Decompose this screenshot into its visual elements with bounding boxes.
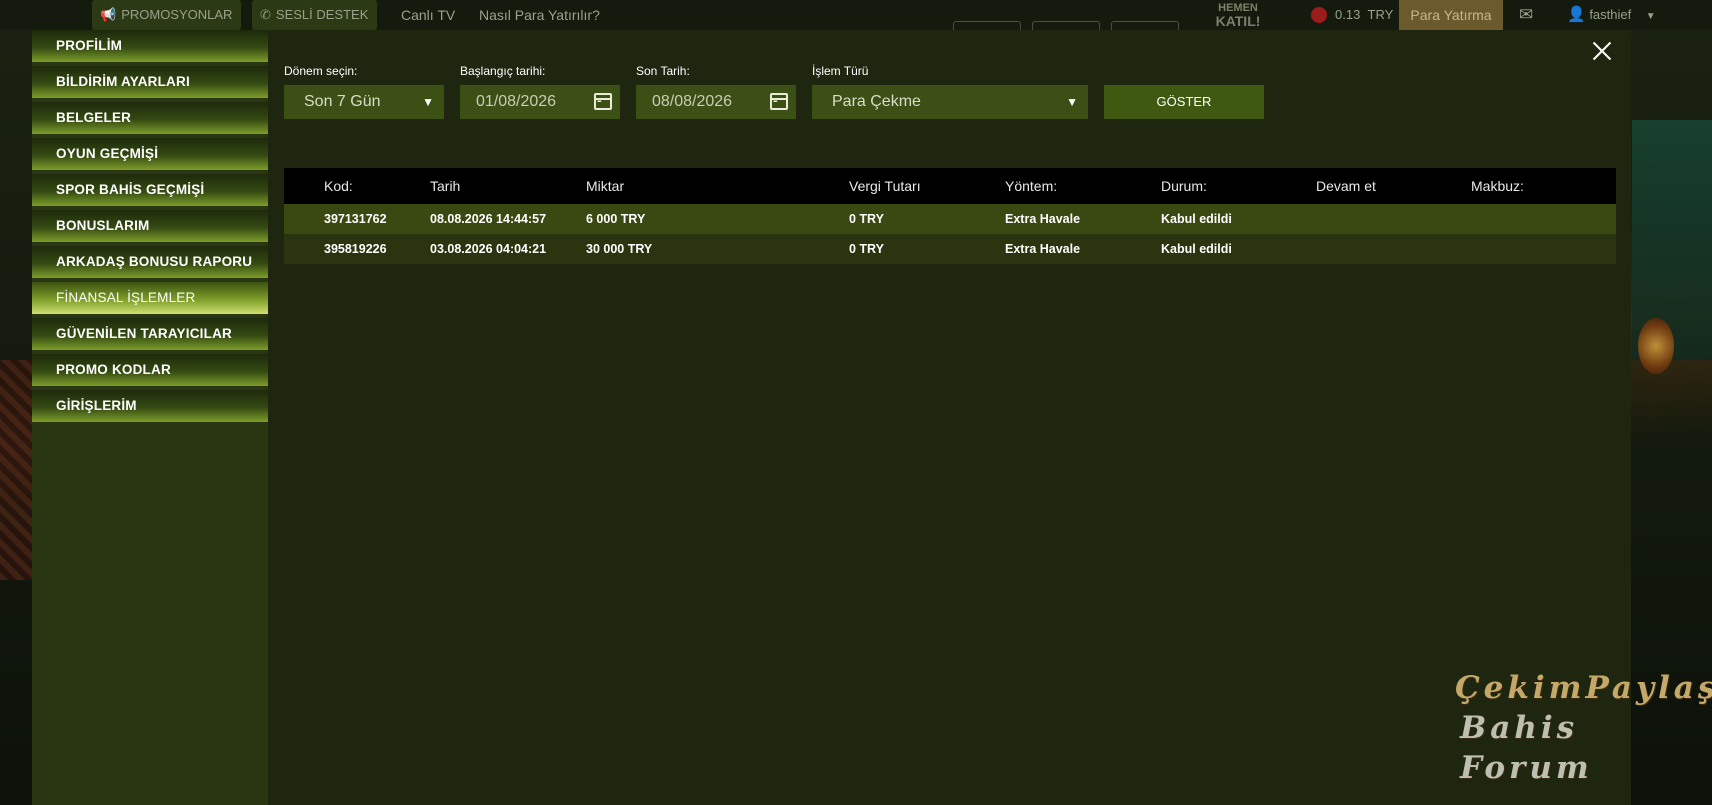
sidebar-item-promo-codes[interactable]: PROMO KODLAR xyxy=(32,354,268,386)
cell-status: Kabul edildi xyxy=(1161,242,1232,256)
account-modal: PROFİLİM BİLDİRİM AYARLARI BELGELER OYUN… xyxy=(32,30,1631,805)
header-method: Yöntem: xyxy=(1005,178,1058,194)
header-continue: Devam et xyxy=(1316,178,1376,194)
balance-display[interactable]: 0.13 TRY xyxy=(1311,0,1393,30)
end-date-label: Son Tarih: xyxy=(636,64,690,78)
header-code: Kod: xyxy=(324,178,353,194)
header-amount: Miktar xyxy=(586,178,625,194)
cell-tax: 0 TRY xyxy=(849,212,884,226)
start-date-value: 01/08/2026 xyxy=(476,93,557,110)
period-label: Dönem seçin: xyxy=(284,64,358,78)
background-ornament xyxy=(1638,318,1674,374)
start-date-label: Başlangıç tarihi: xyxy=(460,64,546,78)
cell-status: Kabul edildi xyxy=(1161,212,1232,226)
sidebar-item-profile[interactable]: PROFİLİM xyxy=(32,30,268,62)
chevron-down-icon: ▼ xyxy=(1645,11,1656,22)
show-button[interactable]: GÖSTER xyxy=(1104,85,1264,119)
turkey-flag-icon xyxy=(1311,6,1327,23)
voice-support-label: SESLİ DESTEK xyxy=(275,7,369,22)
table-header: Kod: Tarih Miktar Vergi Tutarı Yöntem: D… xyxy=(284,168,1616,204)
balance-currency: TRY xyxy=(1367,7,1394,22)
cell-code: 395819226 xyxy=(324,242,387,256)
sidebar-item-sports-bet-history[interactable]: SPOR BAHİS GEÇMİŞİ xyxy=(32,174,268,206)
account-sidebar: PROFİLİM BİLDİRİM AYARLARI BELGELER OYUN… xyxy=(32,30,268,805)
transaction-type-label: İşlem Türü xyxy=(812,64,869,78)
forum-watermark: ÇekimPaylaş Bahis Forum xyxy=(1455,668,1712,788)
cell-method: Extra Havale xyxy=(1005,242,1081,256)
transaction-type-select[interactable]: Para Çekme ▼ xyxy=(812,85,1088,119)
sidebar-item-documents[interactable]: BELGELER xyxy=(32,102,268,134)
sidebar-item-financial-transactions[interactable]: FİNANSAL İŞLEMLER xyxy=(32,282,268,314)
megaphone-icon: 📢 xyxy=(100,7,117,22)
table-row[interactable]: 397131762 08.08.2026 14:44:57 6 000 TRY … xyxy=(284,204,1616,234)
chevron-down-icon: ▼ xyxy=(422,95,434,109)
table-row[interactable]: 395819226 03.08.2026 04:04:21 30 000 TRY… xyxy=(284,234,1616,264)
live-tv-link[interactable]: Canlı TV xyxy=(401,0,455,30)
balance-amount: 0.13 xyxy=(1335,7,1361,22)
cell-date: 03.08.2026 04:04:21 xyxy=(430,242,547,256)
end-date-value: 08/08/2026 xyxy=(652,93,733,110)
promotions-button[interactable]: 📢 PROMOSYONLAR xyxy=(92,0,242,30)
close-icon[interactable] xyxy=(1589,38,1615,64)
sidebar-item-notification-settings[interactable]: BİLDİRİM AYARLARI xyxy=(32,66,268,98)
cell-date: 08.08.2026 14:44:57 xyxy=(430,212,547,226)
sidebar-item-game-history[interactable]: OYUN GEÇMİŞİ xyxy=(32,138,268,170)
header-date: Tarih xyxy=(430,178,461,194)
deposit-button[interactable]: Para Yatırma xyxy=(1399,0,1503,30)
calendar-icon[interactable] xyxy=(770,93,788,110)
sidebar-item-bonuses[interactable]: BONUSLARIM xyxy=(32,210,268,242)
chevron-down-icon: ▼ xyxy=(1066,95,1078,109)
cell-method: Extra Havale xyxy=(1005,212,1081,226)
voice-support-button[interactable]: ✆ SESLİ DESTEK xyxy=(252,0,378,30)
transactions-table: Kod: Tarih Miktar Vergi Tutarı Yöntem: D… xyxy=(284,168,1616,264)
promotions-label: PROMOSYONLAR xyxy=(121,7,233,22)
start-date-input[interactable]: 01/08/2026 xyxy=(460,85,620,119)
user-menu[interactable]: 👤 fasthief ▼ xyxy=(1567,0,1656,30)
cell-code: 397131762 xyxy=(324,212,387,226)
transaction-type-value: Para Çekme xyxy=(832,93,921,110)
top-navigation: 📢 PROMOSYONLAR ✆ SESLİ DESTEK Canlı TV Nas… xyxy=(0,0,1712,34)
sidebar-item-referral-bonus-report[interactable]: ARKADAŞ BONUSU RAPORU xyxy=(32,246,268,278)
watermark-line1: ÇekimPaylaş xyxy=(1455,670,1712,706)
username: fasthief xyxy=(1589,7,1632,22)
join-line1: HEMEN xyxy=(1218,2,1258,14)
phone-icon: ✆ xyxy=(260,7,271,22)
cell-tax: 0 TRY xyxy=(849,242,884,256)
end-date-input[interactable]: 08/08/2026 xyxy=(636,85,796,119)
user-icon: 👤 xyxy=(1567,6,1586,23)
sidebar-item-logins[interactable]: GİRİŞLERİM xyxy=(32,390,268,422)
calendar-icon[interactable] xyxy=(594,93,612,110)
how-to-deposit-link[interactable]: Nasıl Para Yatırılır? xyxy=(479,0,600,30)
period-value: Son 7 Gün xyxy=(304,93,381,110)
cell-amount: 30 000 TRY xyxy=(586,242,653,256)
mail-icon[interactable]: ✉ xyxy=(1519,0,1533,30)
period-select[interactable]: Son 7 Gün ▼ xyxy=(284,85,444,119)
background-pattern xyxy=(0,360,34,580)
sidebar-item-trusted-browsers[interactable]: GÜVENİLEN TARAYICILAR xyxy=(32,318,268,350)
watermark-line2: Bahis Forum xyxy=(1460,710,1593,786)
header-receipt: Makbuz: xyxy=(1471,178,1524,194)
cell-amount: 6 000 TRY xyxy=(586,212,646,226)
header-status: Durum: xyxy=(1161,178,1207,194)
join-line2: KATIL! xyxy=(1215,13,1261,29)
header-tax: Vergi Tutarı xyxy=(849,178,921,194)
join-now-button[interactable]: HEMEN KATIL! xyxy=(1200,0,1276,30)
